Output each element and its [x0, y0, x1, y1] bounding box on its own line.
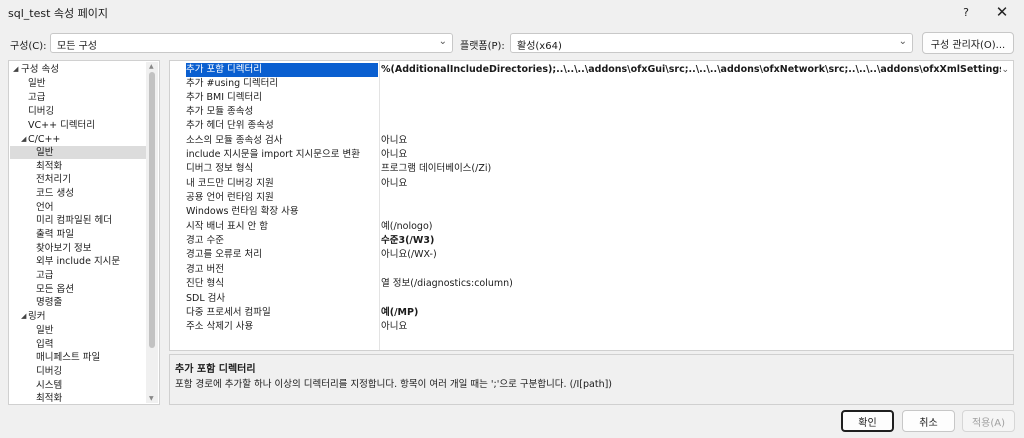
- title-bar: sql_test 속성 페이지 ? ✕: [0, 0, 1024, 24]
- scrollbar-thumb[interactable]: [149, 72, 155, 348]
- property-row[interactable]: 추가 모듈 종속성: [170, 105, 1013, 119]
- config-combo[interactable]: 모든 구성 ⌄: [50, 33, 453, 53]
- property-row[interactable]: 추가 포함 디렉터리 %(AdditionalIncludeDirectorie…: [170, 63, 1013, 77]
- property-row[interactable]: include 지시문을 import 지시문으로 변환 아니요: [170, 148, 1013, 162]
- property-row[interactable]: 소스의 모듈 종속성 검사 아니요: [170, 134, 1013, 148]
- tree-item-vc-dirs[interactable]: VC++ 디렉터리: [10, 119, 146, 132]
- tree-item-optimization[interactable]: 최적화: [10, 160, 146, 173]
- platform-label: 플랫폼(P):: [460, 41, 505, 52]
- apply-button[interactable]: 적용(A): [962, 410, 1015, 432]
- property-row[interactable]: SDL 검사: [170, 292, 1013, 306]
- tree-item-external-includes[interactable]: 외부 include 지시문: [10, 255, 146, 268]
- property-row[interactable]: 추가 헤더 단위 종속성: [170, 119, 1013, 133]
- property-row[interactable]: 진단 형식 열 정보(/diagnostics:column): [170, 277, 1013, 291]
- tree-item-general[interactable]: 일반: [10, 77, 146, 90]
- description-title: 추가 포함 디렉터리: [175, 364, 256, 375]
- description-text: 포함 경로에 추가할 하나 이상의 디렉터리를 지정합니다. 항목이 여러 개일…: [175, 379, 613, 390]
- tree-item-preprocessor[interactable]: 전처리기: [10, 173, 146, 186]
- description-panel: 추가 포함 디렉터리 포함 경로에 추가할 하나 이상의 디렉터리를 지정합니다…: [169, 354, 1014, 405]
- property-row[interactable]: Windows 런타임 확장 사용: [170, 205, 1013, 219]
- tree-item-all-options[interactable]: 모든 옵션: [10, 283, 146, 296]
- property-row[interactable]: 경고 버전: [170, 263, 1013, 277]
- property-row[interactable]: 경고를 오류로 처리 아니요(/WX-): [170, 248, 1013, 262]
- property-tree[interactable]: ◢ 구성 속성 일반 고급 디버깅 VC++ 디렉터리 ◢ C/C++ 일반 최…: [8, 60, 160, 405]
- tree-item-command-line[interactable]: 명령줄: [10, 296, 146, 309]
- tree-item-browse-info[interactable]: 찾아보기 정보: [10, 242, 146, 255]
- property-row[interactable]: 주소 삭제기 사용 아니요: [170, 320, 1013, 334]
- tree-item-linker-debugging[interactable]: 디버깅: [10, 365, 146, 378]
- cancel-button[interactable]: 취소: [902, 410, 955, 432]
- chevron-down-icon[interactable]: ⌄: [1001, 63, 1009, 77]
- property-row[interactable]: 공용 언어 런타임 지원: [170, 191, 1013, 205]
- tree-item-manifest[interactable]: 매니페스트 파일: [10, 351, 146, 364]
- tree-item-cpp-advanced[interactable]: 고급: [10, 269, 146, 282]
- property-row[interactable]: 추가 #using 디렉터리: [170, 77, 1013, 91]
- tree-item-cpp-general[interactable]: 일반: [10, 146, 146, 159]
- chevron-down-icon[interactable]: ◢: [21, 310, 26, 323]
- tree-item-linker-optimization[interactable]: 최적화: [10, 392, 146, 404]
- tree-item-pch[interactable]: 미리 컴파일된 헤더: [10, 214, 146, 227]
- config-value: 모든 구성: [57, 41, 97, 52]
- tree-item-config-props[interactable]: ◢ 구성 속성: [10, 63, 146, 76]
- property-row[interactable]: 다중 프로세서 컴파일 예(/MP): [170, 306, 1013, 320]
- ok-button[interactable]: 확인: [841, 410, 894, 432]
- property-row[interactable]: 내 코드만 디버깅 지원 아니요: [170, 177, 1013, 191]
- tree-item-system[interactable]: 시스템: [10, 379, 146, 392]
- tree-item-linker[interactable]: ◢ 링커: [10, 310, 146, 323]
- tree-item-linker-input[interactable]: 입력: [10, 338, 146, 351]
- config-manager-button[interactable]: 구성 관리자(O)...: [922, 32, 1014, 54]
- tree-item-linker-general[interactable]: 일반: [10, 324, 146, 337]
- tree-scrollbar[interactable]: ▲ ▼: [146, 62, 158, 403]
- chevron-down-icon[interactable]: ◢: [21, 133, 26, 146]
- chevron-down-icon: ⌄: [898, 36, 907, 47]
- platform-combo[interactable]: 활성(x64) ⌄: [510, 33, 913, 53]
- config-label: 구성(C):: [10, 41, 47, 52]
- property-grid[interactable]: 추가 포함 디렉터리 %(AdditionalIncludeDirectorie…: [169, 60, 1014, 351]
- property-row[interactable]: 경고 수준 수준3(/W3): [170, 234, 1013, 248]
- property-row[interactable]: 시작 배너 표시 안 함 예(/nologo): [170, 220, 1013, 234]
- chevron-down-icon: ⌄: [438, 36, 447, 47]
- tree-item-advanced[interactable]: 고급: [10, 91, 146, 104]
- chevron-down-icon[interactable]: ◢: [13, 63, 18, 76]
- close-button[interactable]: ✕: [980, 0, 1024, 24]
- tree-item-output-files[interactable]: 출력 파일: [10, 228, 146, 241]
- window-title: sql_test 속성 페이지: [8, 7, 108, 20]
- tree-item-debugging[interactable]: 디버깅: [10, 105, 146, 118]
- property-row[interactable]: 디버그 정보 형식 프로그램 데이터베이스(/Zi): [170, 162, 1013, 176]
- tree-item-cpp[interactable]: ◢ C/C++: [10, 133, 146, 146]
- platform-value: 활성(x64): [517, 41, 562, 52]
- tree-item-language[interactable]: 언어: [10, 201, 146, 214]
- scroll-down-icon[interactable]: ▼: [149, 395, 154, 402]
- property-row[interactable]: 추가 BMI 디렉터리: [170, 91, 1013, 105]
- scroll-up-icon[interactable]: ▲: [149, 63, 154, 70]
- tree-item-code-gen[interactable]: 코드 생성: [10, 187, 146, 200]
